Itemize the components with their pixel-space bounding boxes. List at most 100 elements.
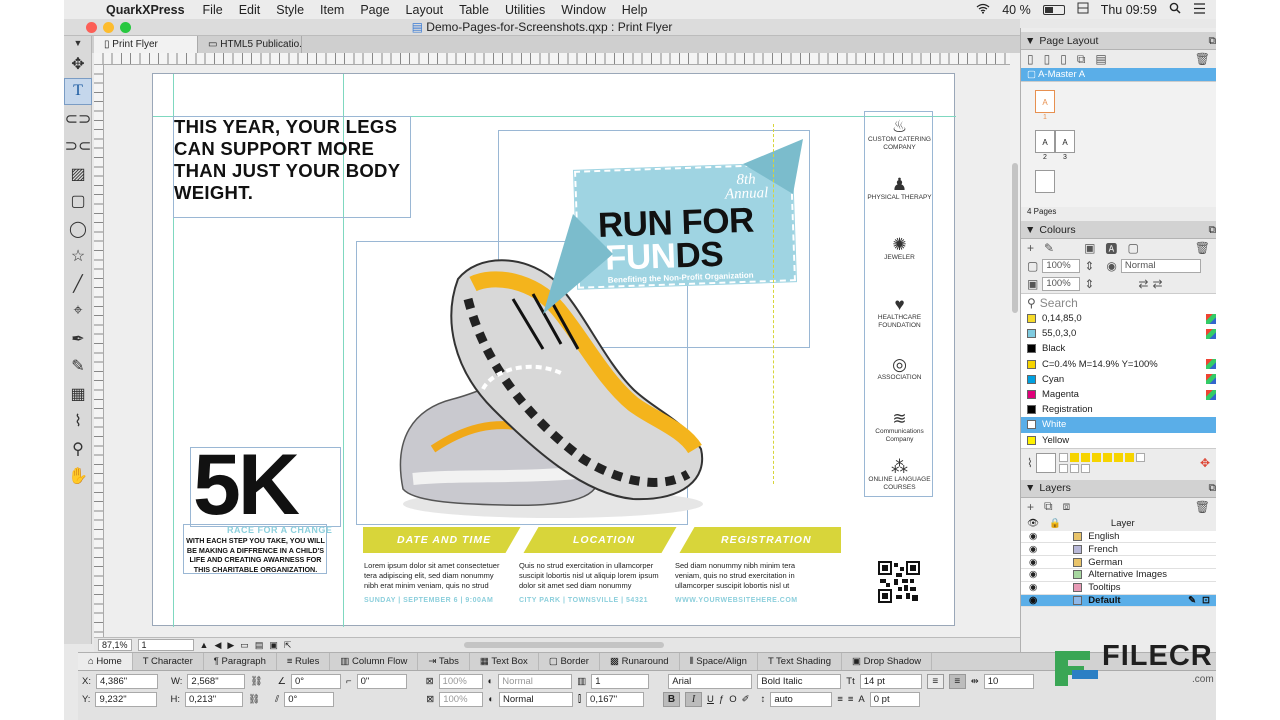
bar-label-date[interactable]: DATE AND TIME <box>397 534 491 546</box>
palette-menu-icon[interactable]: ⧉ <box>1209 32 1217 50</box>
menu-edit[interactable]: Edit <box>231 3 269 17</box>
font-select[interactable]: Arial <box>668 673 753 689</box>
colour-row[interactable]: 0,14,85,0 <box>1021 311 1216 326</box>
flag-icon[interactable] <box>1077 2 1089 17</box>
sponsor-logo[interactable]: ✺ JEWELER <box>865 236 934 262</box>
export-icon[interactable]: ⇱ <box>284 640 292 651</box>
edit-colour-icon[interactable]: ✎ <box>1044 241 1054 255</box>
tab-column-flow[interactable]: ▥ Column Flow <box>330 653 419 670</box>
justify-icon[interactable]: ≡ <box>848 694 854 705</box>
zoom-field[interactable]: 87,1% <box>98 639 132 651</box>
pencil-icon[interactable]: ✎ <box>1188 595 1196 606</box>
zoom-tool-icon[interactable]: ⚲ <box>64 435 92 463</box>
qr-code[interactable] <box>878 561 920 603</box>
vertical-scrollbar[interactable] <box>1010 53 1020 637</box>
menu-window[interactable]: Window <box>553 3 613 17</box>
y-field[interactable]: 9,232" <box>95 691 158 707</box>
info-column-1[interactable]: Lorem ipsum dolor sit amet consectetuer … <box>364 561 509 606</box>
eye-icon[interactable]: ◉ <box>1029 544 1037 555</box>
unlink-tool-icon[interactable]: ⊃⊂ <box>64 133 92 161</box>
colour-row[interactable]: Black <box>1021 341 1216 356</box>
italic-button[interactable]: I <box>685 691 703 707</box>
text-linking-tool-icon[interactable]: ⊂⊃ <box>64 105 92 133</box>
race-for-change-heading[interactable]: RACE FOR A CHANGE <box>227 525 332 535</box>
menu-file[interactable]: File <box>195 3 231 17</box>
tab-html5-publication[interactable]: ▭ HTML5 Publicatio... <box>198 36 302 53</box>
tab-drop-shadow[interactable]: ▣ Drop Shadow <box>842 653 933 670</box>
minimize-window-button[interactable] <box>103 22 114 33</box>
opacity-field-a[interactable]: 100% <box>438 673 483 689</box>
delete-layer-icon[interactable]: 🗑 <box>1195 500 1216 514</box>
pan-hand-tool-icon[interactable]: ✋ <box>64 463 92 491</box>
back-icon[interactable]: ◀ <box>214 640 221 651</box>
outline-icon[interactable]: O <box>729 694 736 705</box>
blend-mode-select[interactable]: Normal <box>1120 259 1201 273</box>
tab-space-align[interactable]: ⫴ Space/Align <box>680 653 758 670</box>
font-style-select[interactable]: Bold Italic <box>757 673 842 689</box>
delete-page-icon[interactable]: 🗑 <box>1195 52 1216 66</box>
palette-menu-icon[interactable]: ⧉ <box>1209 479 1217 497</box>
baseline-field[interactable]: 0 pt <box>869 691 920 707</box>
search-input[interactable]: Search <box>1040 296 1078 310</box>
collapse-chevron-icon[interactable]: ▼ <box>1025 32 1035 50</box>
layer-row[interactable]: ◉ Alternative Images <box>1021 569 1216 582</box>
swap-alt-icon[interactable]: ⇄ <box>1152 277 1162 291</box>
race-body-text[interactable]: WITH EACH STEP YOU TAKE, YOU WILL BE MAK… <box>183 536 328 574</box>
layer-row[interactable]: ◉ Tooltips <box>1021 582 1216 595</box>
menu-item[interactable]: Item <box>312 3 352 17</box>
frame-colour-icon[interactable]: ▣ <box>1084 241 1095 255</box>
layer-selection-icon[interactable]: ⊡ <box>1202 595 1216 606</box>
bold-button[interactable]: B <box>663 691 681 707</box>
tab-character[interactable]: T Character <box>133 653 204 670</box>
table-tool-icon[interactable]: ▦ <box>64 380 92 408</box>
tools-collapse-chevron-icon[interactable]: ▼ <box>64 36 92 50</box>
oval-box-tool-icon[interactable]: ◯ <box>64 215 92 243</box>
stepper-icon[interactable]: ⇕ <box>1084 259 1094 273</box>
colour-row[interactable]: Registration <box>1021 402 1216 417</box>
clock[interactable]: Thu 09:59 <box>1101 3 1157 17</box>
sponsor-logo[interactable]: ♨ CUSTOM CATERING COMPANY <box>865 118 934 152</box>
rectangle-box-tool-icon[interactable]: ▢ <box>64 188 92 216</box>
add-colour-icon[interactable]: + <box>1027 241 1034 255</box>
leading-field[interactable]: auto <box>770 691 833 707</box>
eye-icon[interactable]: ◉ <box>1029 531 1037 542</box>
merge-layer-icon[interactable]: ⧈ <box>1063 499 1071 514</box>
five-k-text[interactable]: 5K <box>193 442 300 528</box>
spotlight-search-icon[interactable] <box>1169 2 1181 17</box>
align-left-button[interactable]: ≡ <box>926 673 944 689</box>
colour-wheel-icon[interactable]: ✥ <box>1200 456 1216 470</box>
eye-icon[interactable]: ◉ <box>1029 569 1037 580</box>
opacity-field-b[interactable]: 100% <box>439 691 484 707</box>
split-view-icon[interactable]: ▤ <box>255 640 264 651</box>
background-colour-icon[interactable]: ▢ <box>1127 241 1138 255</box>
info-column-3[interactable]: Sed diam nonummy nibh minim tera veniam,… <box>675 561 820 606</box>
colour-row[interactable]: Magenta <box>1021 387 1216 402</box>
page-thumb-3[interactable]: A <box>1055 130 1075 153</box>
colour-row[interactable]: Cyan <box>1021 372 1216 387</box>
stepper-icon[interactable]: ⇕ <box>1084 277 1094 291</box>
colours-header[interactable]: ▼ Colours ⧉ <box>1021 221 1216 239</box>
swap-icon[interactable]: ⇄ <box>1138 277 1148 291</box>
notification-center-icon[interactable] <box>1193 2 1206 17</box>
menu-table[interactable]: Table <box>451 3 497 17</box>
add-layer-icon[interactable]: + <box>1027 500 1034 514</box>
align-right-icon[interactable]: ≡ <box>837 694 843 705</box>
columns-field[interactable]: 1 <box>591 673 650 689</box>
eye-icon[interactable]: ◉ <box>1029 595 1037 606</box>
bar-label-registration[interactable]: REGISTRATION <box>721 534 812 546</box>
text-content-tool-icon[interactable]: T <box>64 77 92 105</box>
facing-page-icon[interactable]: ▯ <box>1060 52 1067 66</box>
forward-icon[interactable]: ▶ <box>227 640 234 651</box>
layer-row[interactable]: ◉ French <box>1021 543 1216 557</box>
bezier-pen-tool-icon[interactable]: ✒ <box>64 325 92 353</box>
freehand-pencil-tool-icon[interactable]: ✎ <box>64 353 92 381</box>
align-center-button[interactable]: ≡ <box>948 673 966 689</box>
vertical-ruler[interactable] <box>94 65 104 637</box>
tab-paragraph[interactable]: ¶ Paragraph <box>204 653 277 670</box>
wifi-icon[interactable] <box>976 3 990 17</box>
flyer-headline[interactable]: THIS YEAR, YOUR LEGS CAN SUPPORT MORE TH… <box>174 116 409 204</box>
current-colour-swatch[interactable] <box>1035 453 1056 474</box>
flyer-page[interactable]: THIS YEAR, YOUR LEGS CAN SUPPORT MORE TH… <box>152 73 956 627</box>
delete-colour-icon[interactable]: 🗑 <box>1195 241 1216 255</box>
view-mode-icon[interactable]: ▭ <box>240 640 249 651</box>
